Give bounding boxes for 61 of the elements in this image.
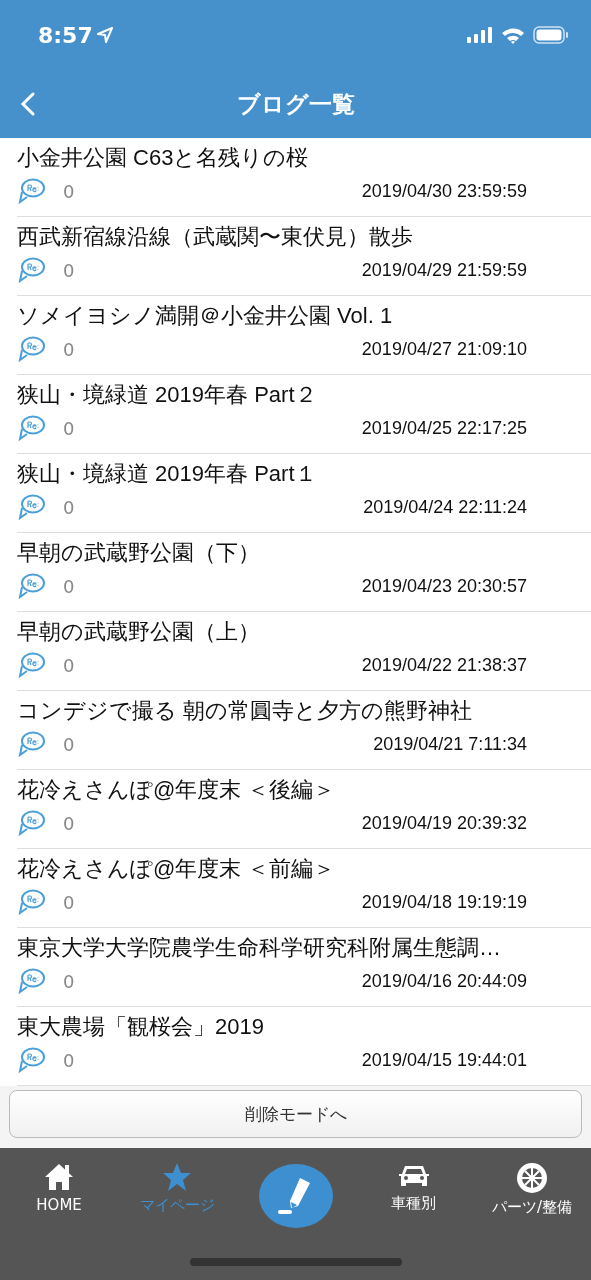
comment-count: 0 [63, 1049, 76, 1071]
speech-bubbles-icon [17, 968, 45, 994]
back-icon[interactable] [20, 92, 36, 116]
comment-count: 0 [63, 338, 76, 360]
speech-bubbles-icon [17, 889, 45, 915]
speech-bubbles-icon [17, 1047, 45, 1073]
post-date: 2019/04/23 20:30:57 [361, 575, 527, 597]
speech-bubbles-icon [17, 652, 45, 678]
post-title[interactable]: 狭山・境緑道 2019年春 Part２ [17, 379, 591, 411]
speech-bubbles-icon [17, 573, 45, 599]
post-date: 2019/04/21 7:11:34 [373, 733, 527, 755]
speech-bubbles-icon [17, 415, 45, 441]
speech-bubbles-icon [17, 810, 45, 836]
post-title[interactable]: 小金井公園 C63と名残りの桜 [17, 142, 591, 174]
speech-bubbles-icon [17, 257, 45, 283]
post-date: 2019/04/22 21:38:37 [361, 654, 527, 676]
comment-count: 0 [63, 417, 76, 439]
post-title[interactable]: 西武新宿線沿線（武蔵関〜東伏見）散歩 [17, 221, 591, 253]
speech-bubbles-icon [17, 336, 45, 362]
post-date: 2019/04/16 20:44:09 [361, 970, 527, 992]
post-date: 2019/04/19 20:39:32 [361, 812, 527, 834]
star-icon [162, 1162, 193, 1192]
post-title[interactable]: ソメイヨシノ満開＠小金井公園 Vol. 1 [17, 300, 591, 332]
post-title[interactable]: 早朝の武蔵野公園（下） [17, 537, 591, 569]
speech-bubbles-icon [17, 494, 45, 520]
post-title[interactable]: 東大農場「観桜会」2019 [17, 1011, 591, 1043]
post-date: 2019/04/18 19:19:19 [361, 891, 527, 913]
post-title[interactable]: コンデジで撮る 朝の常圓寺と夕方の熊野神社 [17, 695, 591, 727]
status-time: 8:57 [38, 22, 93, 48]
comment-count: 0 [63, 654, 76, 676]
post-title[interactable]: 東京大学大学院農学生命科学研究科附属生態調… [17, 932, 591, 964]
battery-icon [533, 26, 569, 44]
tab-item[interactable]: HOME [36, 1162, 82, 1214]
comment-count: 0 [63, 891, 76, 913]
post-date: 2019/04/24 22:11:24 [363, 496, 527, 518]
delete-mode-button[interactable]: 削除モードへ [9, 1090, 582, 1138]
post-date: 2019/04/25 22:17:25 [361, 417, 527, 439]
comment-count: 0 [63, 496, 76, 518]
comment-count: 0 [63, 180, 76, 202]
comment-count: 0 [63, 733, 76, 755]
location-arrow-icon [96, 27, 113, 43]
wheel-icon [515, 1162, 548, 1194]
tab-item[interactable]: パーツ/整備 [491, 1162, 572, 1217]
wifi-icon [501, 26, 525, 44]
post-title[interactable]: 早朝の武蔵野公園（上） [17, 616, 591, 648]
post-date: 2019/04/30 23:59:59 [361, 180, 527, 202]
post-title[interactable]: 花冷えさんぽ@年度末 ＜前編＞ [17, 853, 591, 885]
speech-bubbles-icon [17, 178, 45, 204]
signal-icon [467, 27, 493, 43]
tab-item[interactable]: 車種別 [391, 1162, 437, 1213]
page-title: ブログ一覧 [236, 89, 355, 119]
comment-count: 0 [63, 970, 76, 992]
comment-count: 0 [63, 575, 76, 597]
post-date: 2019/04/27 21:09:10 [361, 338, 527, 360]
post-title[interactable]: 花冷えさんぽ@年度末 ＜後編＞ [17, 774, 591, 806]
post-title[interactable]: 狭山・境緑道 2019年春 Part１ [17, 458, 591, 490]
speech-bubbles-icon [17, 731, 45, 757]
comment-count: 0 [63, 259, 76, 281]
post-date: 2019/04/15 19:44:01 [361, 1049, 527, 1071]
comment-count: 0 [63, 812, 76, 834]
post-date: 2019/04/29 21:59:59 [361, 259, 527, 281]
